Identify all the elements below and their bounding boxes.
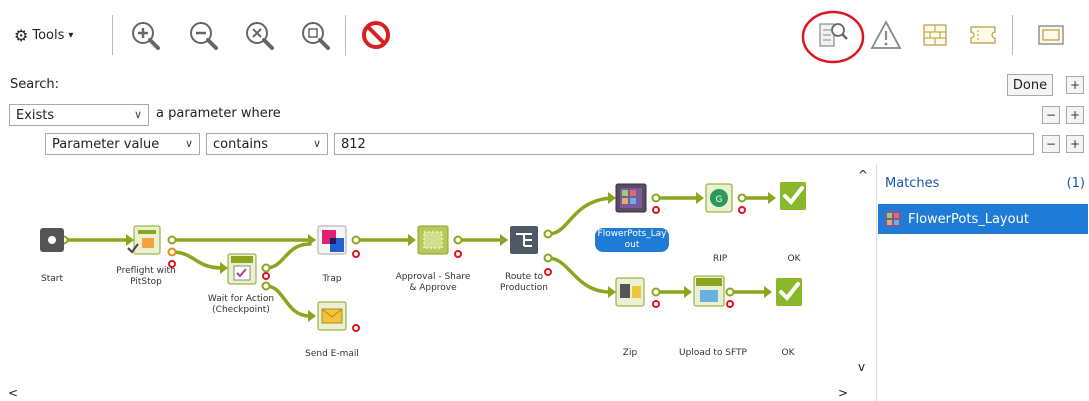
stop-icon[interactable]: [359, 18, 393, 52]
wait-for-action-label: Wait for Action (Checkpoint): [207, 294, 275, 315]
remove-rule-button[interactable]: −: [1042, 106, 1060, 124]
sftp-node[interactable]: [693, 275, 725, 307]
gear-icon: ⚙: [14, 25, 29, 45]
chevron-down-icon: ∨: [133, 108, 142, 121]
matches-title: Matches: [885, 176, 940, 191]
flowerpots-layout-node[interactable]: [615, 183, 647, 213]
ticket-icon[interactable]: [966, 18, 1000, 52]
ok-node-2[interactable]: [776, 278, 802, 306]
toolbar-separator: [345, 15, 346, 55]
scroll-down-icon[interactable]: v: [858, 360, 865, 374]
send-email-label: Send E-mail: [305, 349, 359, 359]
chevron-down-icon: ▾: [68, 29, 74, 41]
ok-label-1: OK: [787, 254, 801, 264]
zoom-reset-icon[interactable]: [242, 18, 276, 52]
wait-for-action-node[interactable]: [227, 253, 257, 285]
horizontal-scrollbar[interactable]: < >: [0, 386, 858, 401]
flowerpots-label: FlowerPots_Lay out: [590, 228, 674, 252]
operator-select[interactable]: contains ∨: [206, 133, 328, 155]
scroll-up-icon[interactable]: ^: [858, 168, 868, 182]
match-item[interactable]: FlowerPots_Layout: [878, 204, 1088, 234]
approval-label: Approval - Share & Approve: [395, 272, 471, 293]
panel-toggle-icon[interactable]: [1034, 18, 1068, 52]
tools-menu-button[interactable]: ⚙ Tools ▾: [14, 22, 73, 48]
route-to-production-node[interactable]: [510, 226, 538, 254]
sftp-label: Upload to SFTP: [679, 348, 747, 358]
send-email-node[interactable]: [317, 301, 347, 331]
operator-select-value: contains: [213, 136, 269, 152]
zip-node[interactable]: [615, 277, 645, 307]
start-node[interactable]: [40, 228, 64, 252]
flow-canvas[interactable]: G Start Preflight with PitStop Wait for …: [0, 164, 858, 401]
trap-node[interactable]: [317, 225, 347, 255]
tools-label: Tools: [32, 27, 65, 43]
preflight-label: Preflight with PitStop: [116, 266, 176, 287]
main-toolbar: ⚙ Tools ▾: [0, 0, 1089, 70]
scroll-right-icon[interactable]: >: [838, 386, 848, 400]
match-item-label: FlowerPots_Layout: [908, 211, 1029, 227]
add-condition-button[interactable]: +: [1066, 135, 1084, 153]
chevron-down-icon: ∨: [312, 137, 321, 150]
zoom-out-icon[interactable]: [186, 18, 220, 52]
connector-wait-trap: [264, 242, 312, 270]
search-value-input[interactable]: 812: [334, 133, 1034, 155]
remove-condition-button[interactable]: −: [1042, 135, 1060, 153]
warning-icon[interactable]: [869, 18, 903, 52]
bricks-icon[interactable]: [918, 18, 952, 52]
layout-icon: [885, 211, 901, 227]
scroll-left-icon[interactable]: <: [8, 386, 18, 400]
parameter-select-value: Parameter value: [52, 136, 160, 152]
search-value-text: 812: [341, 136, 366, 152]
rip-node[interactable]: G: [705, 183, 733, 213]
svg-text:G: G: [716, 195, 723, 205]
toolbar-separator: [1012, 15, 1013, 55]
where-text: a parameter where: [156, 106, 281, 121]
search-flow-icon[interactable]: [800, 8, 866, 66]
matches-panel: Matches (1) FlowerPots_Layout: [876, 164, 1089, 401]
matches-count: (1): [1066, 176, 1085, 191]
zip-label: Zip: [622, 348, 638, 358]
exists-select[interactable]: Exists ∨: [9, 104, 149, 126]
vertical-scrollbar[interactable]: ^ v: [853, 164, 875, 386]
rip-label: RIP: [712, 254, 728, 264]
parameter-select[interactable]: Parameter value ∨: [45, 133, 200, 155]
toolbar-separator: [112, 15, 113, 55]
chevron-down-icon: ∨: [184, 137, 193, 150]
route-label: Route to Production: [500, 272, 548, 293]
approval-node[interactable]: [417, 225, 449, 255]
zoom-in-icon[interactable]: [128, 18, 162, 52]
search-label: Search:: [10, 77, 60, 92]
add-rule-button[interactable]: +: [1066, 106, 1084, 124]
done-button[interactable]: Done: [1007, 74, 1053, 96]
trap-label: Trap: [322, 274, 342, 284]
start-label: Start: [41, 274, 63, 284]
ok-node-1[interactable]: [780, 182, 806, 210]
ok-label-2: OK: [781, 348, 795, 358]
exists-select-value: Exists: [16, 107, 55, 123]
add-search-button[interactable]: +: [1066, 76, 1084, 94]
zoom-fit-icon[interactable]: [298, 18, 332, 52]
